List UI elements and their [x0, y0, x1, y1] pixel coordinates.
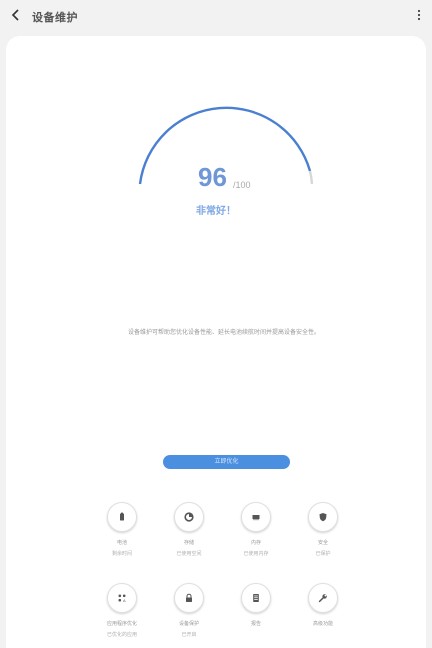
pie-chart-icon — [174, 502, 204, 532]
tile-security[interactable]: 安全 已保护 — [283, 502, 363, 562]
memory-icon — [241, 502, 271, 532]
score-value: 96 — [198, 162, 227, 192]
shield-icon — [308, 502, 338, 532]
battery-icon — [107, 502, 137, 532]
more-vert-icon[interactable] — [416, 8, 422, 22]
tile-label: 安全 — [317, 540, 328, 546]
svg-text:A: A — [123, 598, 126, 603]
score-max: /100 — [233, 180, 251, 190]
gauge-arc-remaining — [308, 170, 314, 185]
chevron-left-icon[interactable] — [8, 7, 24, 23]
tile-advanced[interactable]: 高级功能 — [283, 583, 363, 643]
maintenance-card: 96 /100 非常好！ 设备维护可帮助您优化设备性能、延长电池续航时间并提高设… — [6, 36, 426, 648]
page-title: 设备维护 — [32, 12, 78, 24]
apps-icon: A — [107, 583, 137, 613]
lock-icon — [174, 583, 204, 613]
description-text: 设备维护可帮助您优化设备性能、延长电池续航时间并提高设备安全性。 — [127, 330, 320, 336]
score-status: 非常好！ — [196, 206, 236, 217]
tile-label: 高级功能 — [312, 621, 333, 627]
optimize-now-button[interactable]: 立即优化 — [163, 455, 290, 469]
top-app-bar: 设备维护 — [0, 0, 432, 30]
tile-sub: 已保护 — [315, 551, 331, 557]
report-icon — [241, 583, 271, 613]
wrench-icon — [308, 583, 338, 613]
